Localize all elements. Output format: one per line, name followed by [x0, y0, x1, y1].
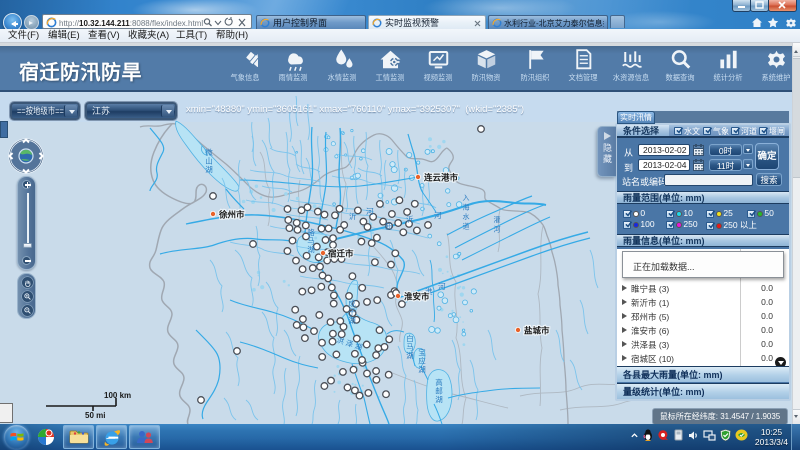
svg-text:湖: 湖: [418, 365, 426, 374]
svg-text:微: 微: [205, 147, 213, 157]
svg-text:沂: 沂: [349, 211, 357, 221]
svg-text:水: 水: [463, 212, 470, 221]
svg-text:50 mi: 50 mi: [85, 411, 105, 420]
svg-text:海: 海: [463, 203, 470, 212]
svg-text:湖: 湖: [205, 165, 213, 174]
svg-text:山: 山: [205, 156, 213, 166]
svg-text:湖: 湖: [406, 351, 414, 360]
svg-text:白: 白: [406, 333, 414, 343]
svg-text:邮: 邮: [435, 386, 443, 396]
svg-text:沂: 沂: [406, 214, 414, 224]
svg-text:应: 应: [418, 356, 426, 366]
svg-text:河: 河: [494, 226, 501, 234]
svg-text:湖: 湖: [307, 245, 315, 254]
svg-text:宝: 宝: [418, 347, 426, 357]
svg-text:淮安市: 淮安市: [404, 292, 430, 302]
svg-text:河: 河: [366, 207, 374, 216]
svg-text:新: 新: [385, 221, 393, 231]
svg-text:灌: 灌: [494, 215, 501, 224]
svg-text:连云港市: 连云港市: [424, 173, 459, 183]
svg-text:成: 成: [348, 298, 356, 308]
svg-text:徐州市: 徐州市: [218, 210, 245, 220]
svg-text:骆: 骆: [307, 227, 315, 237]
svg-text:高: 高: [435, 377, 443, 387]
svg-text:湖: 湖: [435, 395, 443, 404]
svg-text:宿迁市: 宿迁市: [328, 249, 354, 259]
svg-text:盐城市: 盐城市: [524, 326, 550, 336]
svg-text:100 km: 100 km: [104, 391, 131, 400]
svg-text:入: 入: [463, 194, 470, 202]
svg-text:湖: 湖: [348, 316, 356, 325]
svg-text:河: 河: [438, 282, 446, 291]
svg-text:河: 河: [434, 211, 442, 220]
svg-text:道: 道: [463, 222, 470, 231]
